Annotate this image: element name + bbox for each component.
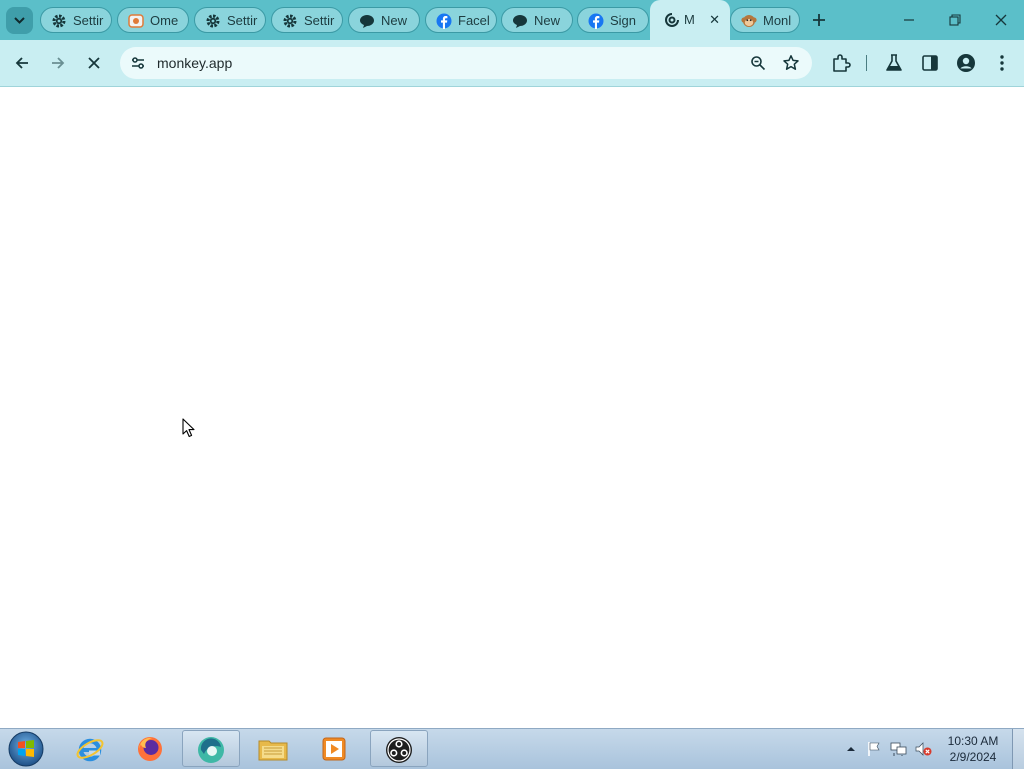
action-center-flag-icon[interactable] <box>866 741 882 757</box>
extensions-icon[interactable] <box>831 53 851 73</box>
internet-explorer-icon <box>76 738 104 762</box>
taskbar-obs[interactable] <box>370 730 428 767</box>
labs-flask-icon[interactable] <box>884 53 904 73</box>
gear-icon <box>283 14 297 28</box>
bookmark-star-icon[interactable] <box>782 54 800 72</box>
tab-monkey-active[interactable]: M ✕ <box>650 0 730 40</box>
arrow-right-icon <box>52 57 65 69</box>
browser-toolbar: monkey.app <box>0 40 1024 87</box>
loading-icon <box>665 12 680 27</box>
taskbar-file-explorer[interactable] <box>244 730 302 767</box>
chat-bubble-icon <box>513 15 527 28</box>
tab-title: New <box>534 13 561 28</box>
volume-muted-icon[interactable] <box>914 741 932 757</box>
tab-title: Settir <box>73 13 104 28</box>
close-window-button[interactable] <box>978 0 1024 40</box>
monkey-icon <box>741 15 757 27</box>
tab-title: New <box>381 13 408 28</box>
back-button[interactable] <box>7 48 37 78</box>
clock-time: 10:30 AM <box>947 734 999 748</box>
minimize-icon <box>904 19 914 21</box>
tab-settings-3[interactable]: Settir <box>271 7 343 33</box>
obs-icon <box>386 737 412 763</box>
show-desktop-button[interactable] <box>1012 729 1024 769</box>
network-icon[interactable] <box>890 741 908 757</box>
close-tab-button[interactable]: ✕ <box>709 13 720 27</box>
facebook-icon <box>436 13 452 29</box>
taskbar-firefox[interactable] <box>122 730 180 767</box>
arrow-left-icon <box>15 57 28 69</box>
show-hidden-icons-icon[interactable] <box>846 745 856 753</box>
tab-new-1[interactable]: New <box>348 7 420 33</box>
start-button[interactable] <box>6 730 46 768</box>
system-clock[interactable]: 10:30 AM 2/9/2024 <box>938 733 1008 765</box>
tab-facebook-signin[interactable]: Sign <box>577 7 649 33</box>
file-explorer-icon <box>258 740 288 761</box>
chat-bubble-icon <box>360 15 374 28</box>
facebook-icon <box>588 13 604 29</box>
close-icon <box>995 14 1007 26</box>
zoom-icon[interactable] <box>750 55 766 71</box>
minimize-button[interactable] <box>886 0 932 40</box>
restore-button[interactable] <box>932 0 978 40</box>
tab-title: Facel <box>458 13 490 28</box>
restore-icon <box>949 14 961 26</box>
firefox-icon <box>138 737 162 761</box>
stop-loading-button[interactable] <box>79 48 109 78</box>
tab-settings-1[interactable]: Settir <box>40 7 112 33</box>
tab-new-2[interactable]: New <box>501 7 573 33</box>
tab-title: Settir <box>304 13 335 28</box>
tab-title: Monl <box>763 13 792 28</box>
side-panel-icon[interactable] <box>920 53 940 73</box>
clock-date: 2/9/2024 <box>949 750 997 764</box>
mouse-cursor-icon <box>182 418 195 438</box>
tab-settings-2[interactable]: Settir <box>194 7 266 33</box>
tab-monkey[interactable]: Monl <box>730 7 800 33</box>
page-content <box>0 87 1024 728</box>
gear-icon <box>206 14 220 28</box>
more-menu-icon[interactable] <box>992 53 1012 73</box>
tab-strip: Settir Ome Settir Settir New Facel New S… <box>0 0 1024 40</box>
browser-icon <box>198 737 224 763</box>
tab-title: Settir <box>227 13 258 28</box>
new-tab-button[interactable] <box>810 11 828 29</box>
chevron-down-icon <box>14 17 25 24</box>
tab-title: Sign <box>610 13 637 28</box>
site-settings-icon[interactable] <box>130 55 146 71</box>
stop-icon <box>88 57 100 69</box>
toolbar-separator <box>866 55 867 71</box>
taskbar-media-player[interactable] <box>306 730 364 767</box>
tab-search-button[interactable] <box>6 7 33 34</box>
forward-button[interactable] <box>43 48 73 78</box>
media-player-icon <box>322 737 346 761</box>
gear-icon <box>52 14 66 28</box>
tab-title: M <box>684 12 695 27</box>
taskbar-browser[interactable] <box>182 730 240 767</box>
tab-facebook-1[interactable]: Facel <box>425 7 497 33</box>
address-bar[interactable]: monkey.app <box>120 47 812 79</box>
tab-title: Ome <box>150 13 179 28</box>
taskbar: 10:30 AM 2/9/2024 <box>0 728 1024 769</box>
tab-omegle[interactable]: Ome <box>117 7 189 33</box>
taskbar-internet-explorer[interactable] <box>62 730 120 767</box>
profile-avatar-icon[interactable] <box>956 53 976 73</box>
url-text[interactable]: monkey.app <box>157 54 232 72</box>
omegle-icon <box>128 14 144 28</box>
